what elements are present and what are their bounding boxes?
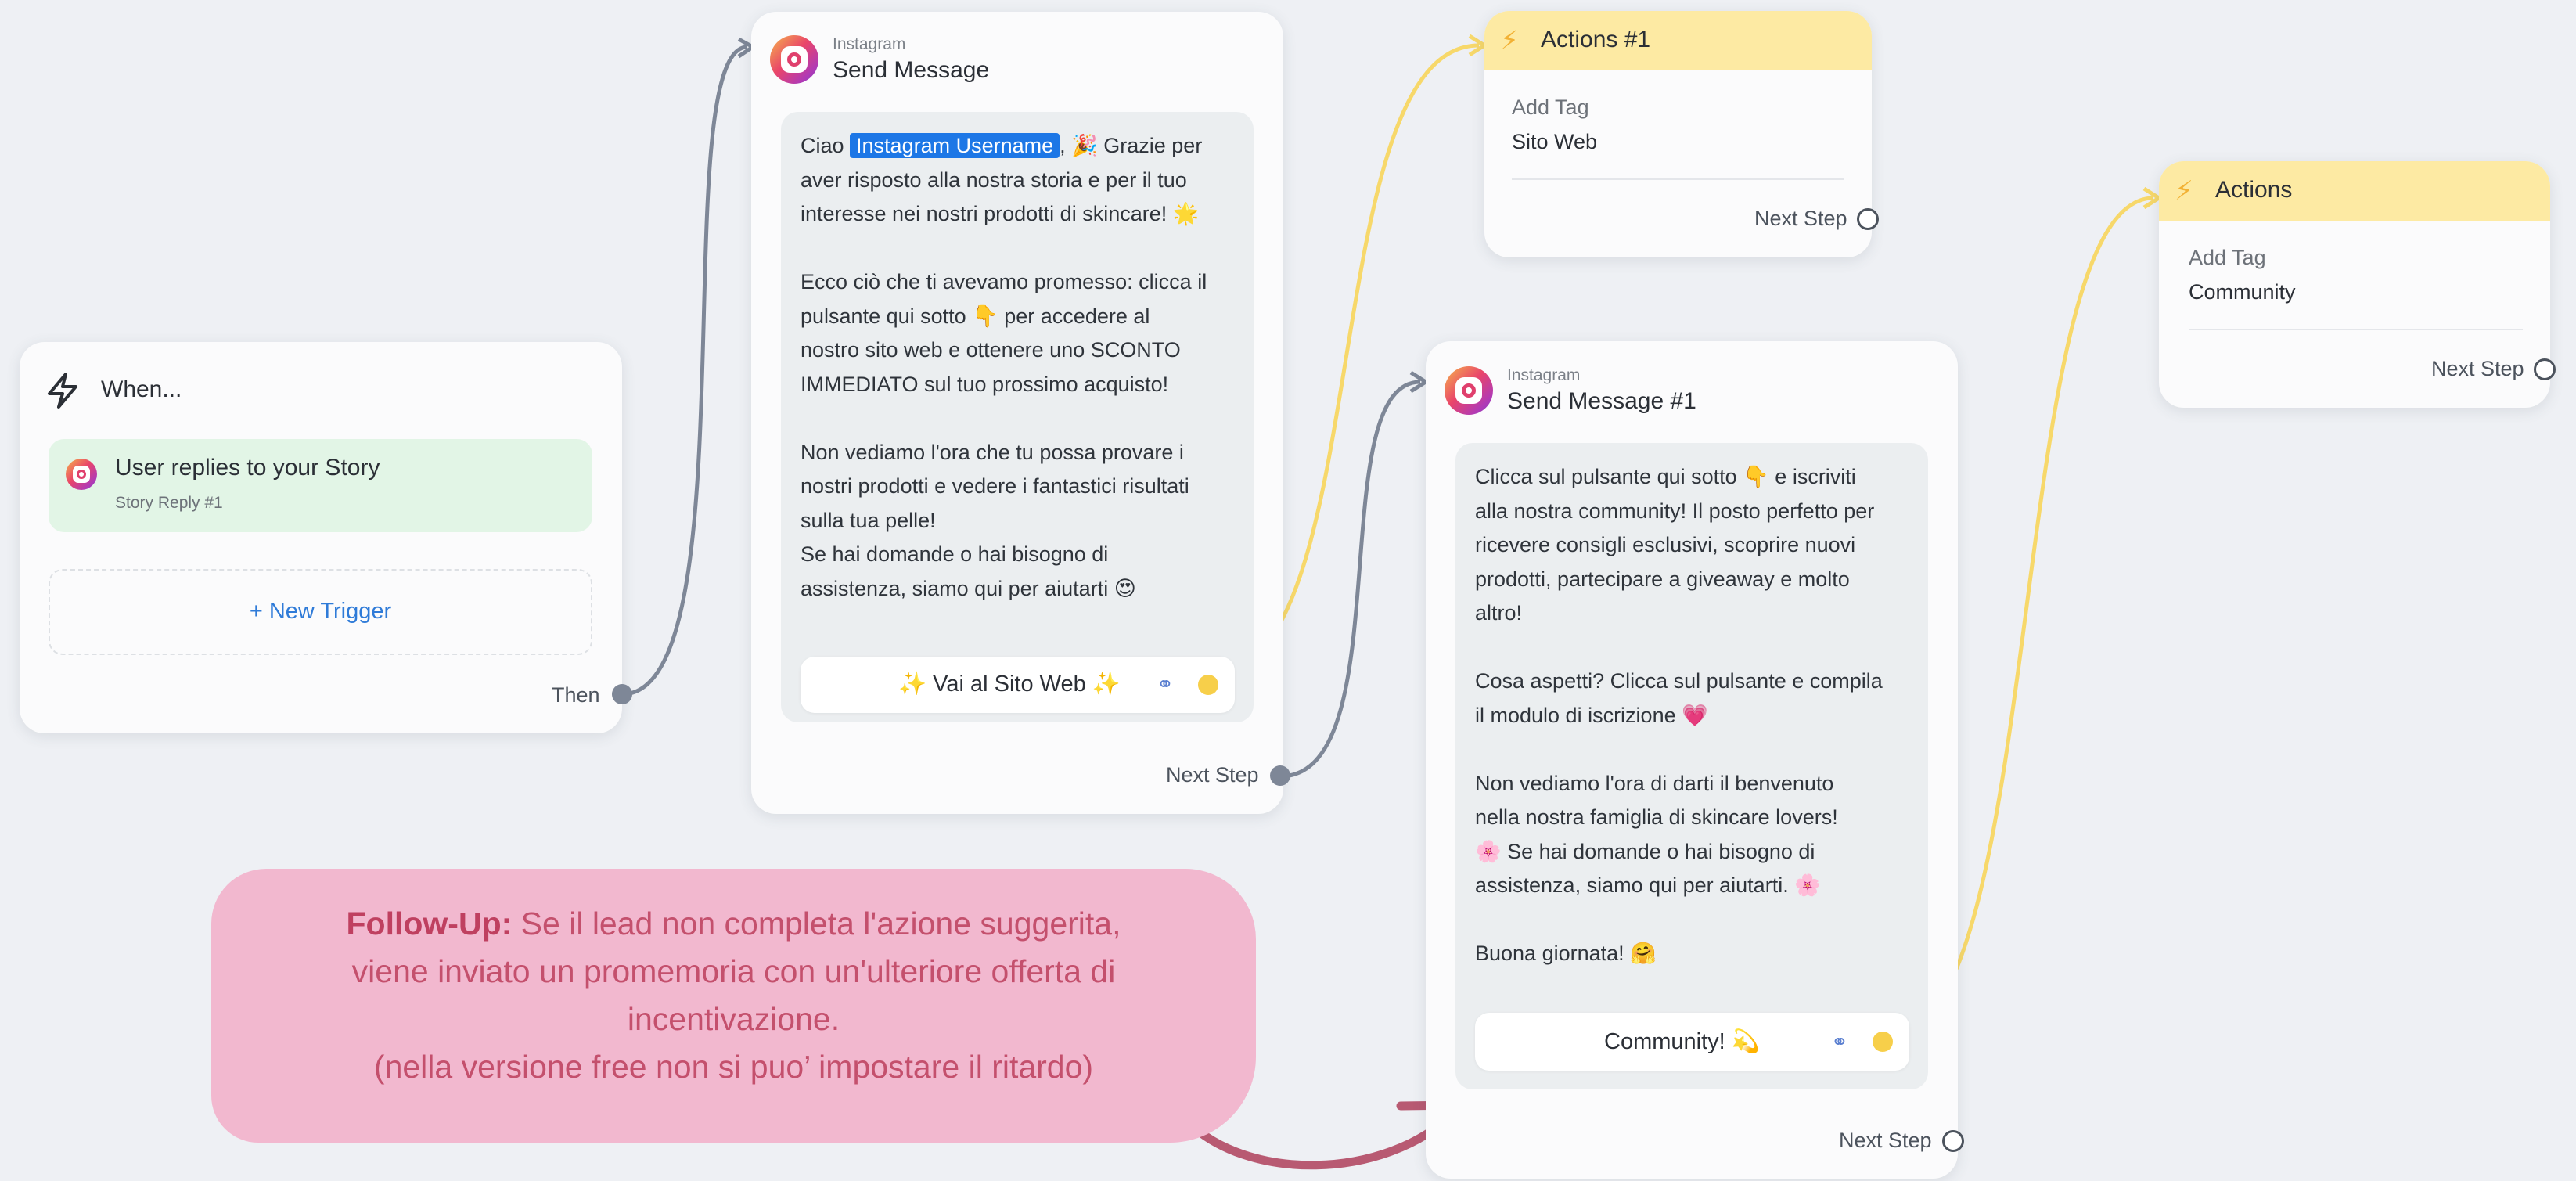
message-bubble: Clicca sul pulsante qui sotto 👇 e iscriv… bbox=[1455, 443, 1928, 1089]
website-button-label: ✨ Vai al Sito Web ✨ bbox=[898, 672, 1121, 697]
next-step-handle[interactable] bbox=[1857, 208, 1879, 230]
trigger-item-sub: Story Reply #1 bbox=[115, 494, 223, 512]
then-connector-handle[interactable] bbox=[612, 684, 632, 704]
platform-label: Instagram bbox=[833, 35, 906, 53]
community-button[interactable]: Community! 💫 ⚭ bbox=[1475, 1013, 1909, 1071]
new-trigger-button[interactable]: + New Trigger bbox=[49, 569, 592, 655]
instagram-icon bbox=[66, 459, 97, 490]
lightning-icon bbox=[48, 373, 77, 409]
send-message-card[interactable]: Instagram Send Message Ciao Instagram Us… bbox=[751, 12, 1290, 814]
button-connector-handle[interactable] bbox=[1198, 675, 1218, 695]
followup-line1: Se il lead non completa l'azione suggeri… bbox=[512, 906, 1121, 942]
message-prefix: Ciao bbox=[801, 134, 851, 157]
trigger-item[interactable]: User replies to your Story Story Reply #… bbox=[49, 439, 592, 532]
next-step-label: Next Step bbox=[1839, 1129, 1932, 1152]
next-step-handle[interactable] bbox=[1270, 765, 1290, 786]
link-icon: ⚭ bbox=[1831, 1030, 1848, 1053]
message-body: , 🎉 Grazie per aver risposto alla nostra… bbox=[801, 134, 1207, 600]
actions-title: Actions bbox=[2215, 177, 2293, 203]
platform-label: Instagram bbox=[1507, 366, 1581, 384]
community-button-label: Community! 💫 bbox=[1604, 1029, 1760, 1054]
divider bbox=[1512, 178, 1844, 180]
action-type: Add Tag bbox=[1512, 95, 1589, 119]
next-step-label: Next Step bbox=[2431, 357, 2524, 380]
followup-note: Follow-Up: Se il lead non completa l'azi… bbox=[211, 869, 1256, 1143]
action-value: Sito Web bbox=[1512, 130, 1598, 153]
then-label: Then bbox=[552, 683, 600, 707]
instagram-username-variable[interactable]: Instagram Username bbox=[850, 133, 1060, 158]
trigger-item-label: User replies to your Story bbox=[115, 455, 380, 481]
action-type: Add Tag bbox=[2189, 246, 2266, 269]
trigger-card-title: When... bbox=[101, 376, 182, 402]
instagram-icon bbox=[770, 35, 818, 84]
website-button[interactable]: ✨ Vai al Sito Web ✨ ⚭ bbox=[801, 657, 1235, 713]
new-trigger-label: + New Trigger bbox=[249, 599, 392, 624]
followup-note-text: Follow-Up: Se il lead non completa l'azi… bbox=[211, 900, 1256, 1091]
followup-line4: (nella versione free non si puo’ imposta… bbox=[373, 1049, 1094, 1085]
trigger-card[interactable]: When... User replies to your Story Story… bbox=[20, 342, 632, 733]
message-bubble: Ciao Instagram Username, 🎉 Grazie per av… bbox=[781, 112, 1254, 722]
send-message-title: Send Message #1 bbox=[1507, 388, 1696, 414]
actions-card-2[interactable]: ⚡ Actions Add Tag Community Next Step bbox=[2159, 161, 2556, 408]
divider bbox=[2189, 329, 2523, 330]
followup-line2: viene inviato un promemoria con un'ulter… bbox=[351, 953, 1116, 989]
connector-then-to-send-message bbox=[621, 45, 748, 697]
button-connector-handle[interactable] bbox=[1873, 1032, 1893, 1052]
followup-title: Follow-Up: bbox=[346, 906, 513, 942]
send-message-title: Send Message bbox=[833, 57, 990, 83]
connector-next-to-send-message2 bbox=[1279, 380, 1421, 779]
followup-line3: incentivazione. bbox=[627, 1001, 840, 1037]
bolt-icon: ⚡ bbox=[1500, 26, 1519, 56]
message-text: Clicca sul pulsante qui sotto 👇 e iscriv… bbox=[1475, 465, 1883, 965]
next-step-handle[interactable] bbox=[1942, 1130, 1964, 1152]
actions-header: ⚡ Actions bbox=[2159, 161, 2550, 221]
next-step-handle[interactable] bbox=[2534, 358, 2556, 380]
actions-title: Actions #1 bbox=[1541, 27, 1651, 52]
link-icon: ⚭ bbox=[1157, 672, 1174, 696]
instagram-icon bbox=[1445, 366, 1493, 415]
next-step-label: Next Step bbox=[1754, 207, 1847, 230]
actions-header: ⚡ Actions #1 bbox=[1484, 11, 1872, 70]
next-step-label: Next Step bbox=[1166, 763, 1259, 787]
send-message-card-2[interactable]: Instagram Send Message #1 Clicca sul pul… bbox=[1426, 341, 1964, 1179]
bolt-icon: ⚡ bbox=[2175, 176, 2193, 206]
message-text: Ciao Instagram Username, 🎉 Grazie per av… bbox=[801, 129, 1247, 606]
actions-card-1[interactable]: ⚡ Actions #1 Add Tag Sito Web Next Step bbox=[1484, 11, 1879, 257]
action-value: Community bbox=[2189, 280, 2296, 304]
